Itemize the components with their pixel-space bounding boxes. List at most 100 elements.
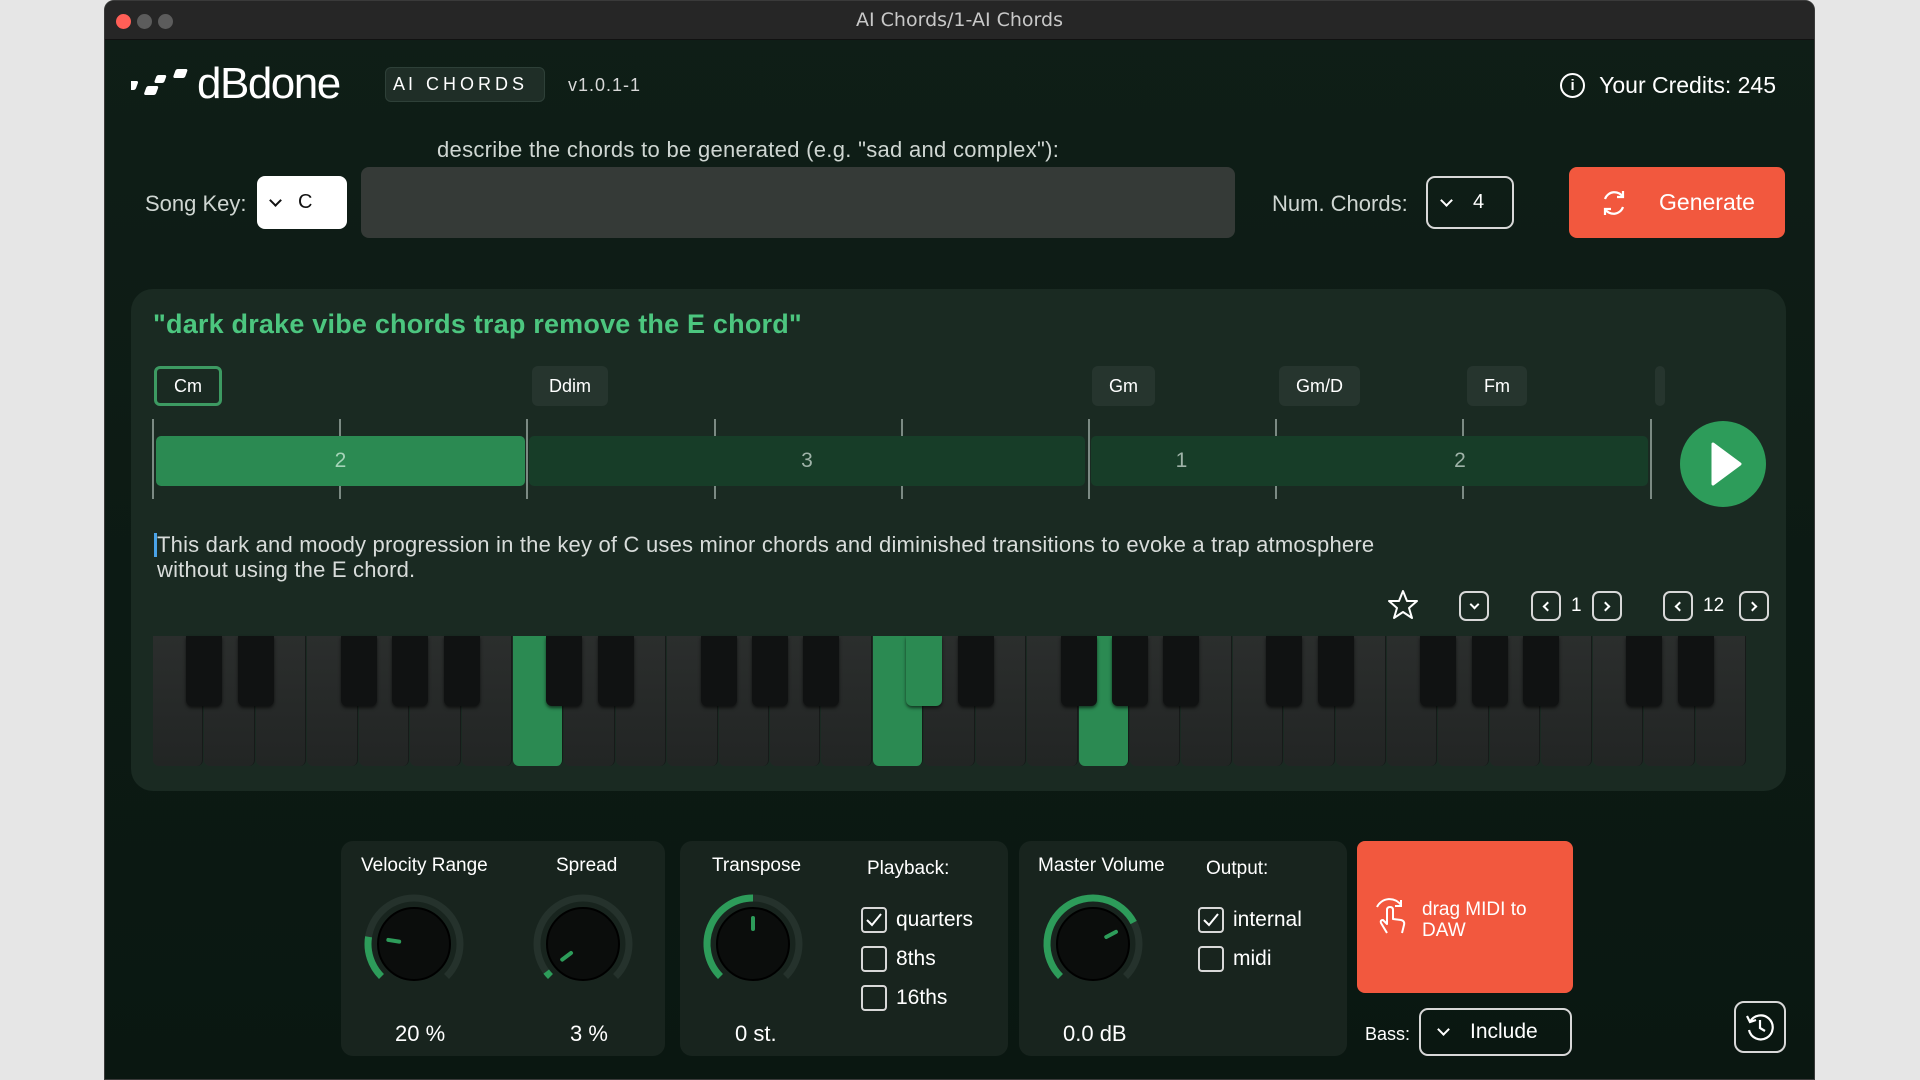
- playback-quarters-checkbox[interactable]: [861, 907, 887, 933]
- piano-keyboard: [153, 636, 1747, 766]
- chevron-down-icon: [269, 193, 282, 207]
- spread-knob[interactable]: [527, 888, 639, 1000]
- chord-chip-cm[interactable]: Cm: [154, 366, 222, 406]
- chord-name: Fm: [1484, 375, 1510, 396]
- star-icon[interactable]: [1386, 588, 1420, 622]
- close-window-button[interactable]: [116, 14, 131, 29]
- chord-bar-length: 2: [1454, 449, 1466, 472]
- song-key-value: C: [298, 191, 313, 213]
- key-black-17[interactable]: [1420, 636, 1457, 706]
- chord-chip-gm-d[interactable]: Gm/D: [1279, 366, 1360, 406]
- velocity-range-value: 20 %: [395, 1021, 446, 1046]
- key-black-18[interactable]: [1471, 636, 1508, 706]
- bass-dropdown[interactable]: Include: [1419, 1008, 1572, 1056]
- transpose-title: Transpose: [712, 855, 802, 876]
- generate-label: Generate: [1659, 189, 1755, 215]
- zoom-window-button[interactable]: [158, 14, 173, 29]
- chord-bar-length: 2: [334, 449, 347, 472]
- key-black-0[interactable]: [186, 636, 223, 706]
- timeline-tick: [1650, 419, 1652, 499]
- chord-bar-gm-d[interactable]: 2: [1272, 436, 1648, 486]
- key-black-16[interactable]: [1317, 636, 1354, 706]
- brand-name: dBdone: [197, 59, 341, 108]
- key-black-20[interactable]: [1626, 636, 1663, 706]
- playback-8ths-checkbox[interactable]: [861, 946, 887, 972]
- num-chords-dropdown[interactable]: 4: [1426, 176, 1514, 229]
- spread-value: 3 %: [570, 1021, 608, 1046]
- velocity-range-title: Velocity Range: [361, 855, 488, 876]
- velocity-range-knob[interactable]: [358, 888, 470, 1000]
- key-black-13[interactable]: [1111, 636, 1148, 706]
- credits-label: Your Credits: 245: [1599, 72, 1776, 98]
- playback-quarters-label: quarters: [896, 908, 974, 931]
- variation-next-button[interactable]: [1592, 591, 1622, 621]
- timeline-tick: [526, 419, 528, 499]
- output-midi-checkbox[interactable]: [1198, 946, 1224, 972]
- chord-chip-ddim[interactable]: Ddim: [532, 366, 609, 406]
- drag-hand-icon: [1376, 898, 1406, 934]
- dbdone-logo-icon: [131, 69, 188, 95]
- chevron-down-icon: [1440, 193, 1453, 207]
- version-label: v1.0.1-1: [568, 75, 642, 95]
- key-black-8[interactable]: [752, 636, 789, 706]
- key-black-3[interactable]: [392, 636, 429, 706]
- output-internal-checkbox[interactable]: [1198, 907, 1224, 933]
- key-black-5[interactable]: [546, 636, 583, 706]
- bass-value: Include: [1470, 1020, 1538, 1043]
- prompt-input[interactable]: [361, 167, 1235, 238]
- refresh-icon: [1603, 190, 1625, 215]
- playback-16ths-checkbox[interactable]: [861, 985, 887, 1011]
- key-black-19[interactable]: [1523, 636, 1560, 706]
- key-black-11[interactable]: [957, 636, 994, 706]
- key-black-14[interactable]: [1163, 636, 1200, 706]
- checkmark-icon: [866, 913, 882, 927]
- knob-body: [377, 907, 451, 981]
- transpose-knob[interactable]: [697, 888, 809, 1000]
- master-volume-knob[interactable]: [1037, 888, 1149, 1000]
- chord-chip-fm[interactable]: Fm: [1467, 366, 1527, 406]
- play-button[interactable]: [1680, 421, 1766, 507]
- key-black-21[interactable]: [1677, 636, 1714, 706]
- total-next-button[interactable]: [1739, 591, 1769, 621]
- knob-body: [546, 907, 620, 981]
- chord-bar-length: 1: [1175, 449, 1188, 472]
- playback-16ths-label: 16ths: [896, 986, 948, 1009]
- num-chords-value: 4: [1473, 191, 1485, 213]
- minimize-window-button[interactable]: [137, 14, 152, 29]
- expand-dropdown-button[interactable]: [1459, 591, 1489, 621]
- variation-prev-button[interactable]: [1531, 591, 1561, 621]
- song-key-dropdown[interactable]: C: [257, 176, 347, 229]
- output-internal-label: internal: [1233, 908, 1302, 931]
- key-black-12[interactable]: [1060, 636, 1097, 706]
- key-black-4[interactable]: [443, 636, 480, 706]
- variation-index: 1: [1571, 595, 1582, 616]
- master-volume-value: 0.0 dB: [1063, 1021, 1127, 1046]
- chord-name: Cm: [174, 375, 202, 396]
- key-black-7[interactable]: [700, 636, 737, 706]
- chord-chip-gm[interactable]: Gm: [1092, 366, 1155, 406]
- spread-title: Spread: [556, 855, 618, 876]
- chord-name: Ddim: [549, 375, 592, 396]
- plugin-window: AI Chords/1-AI Chords dBdone AI CHORDS v…: [104, 0, 1815, 1080]
- product-badge: AI CHORDS: [385, 67, 545, 102]
- key-black-1[interactable]: [237, 636, 274, 706]
- chord-chip-partial: [1655, 366, 1665, 406]
- history-button[interactable]: [1734, 1001, 1786, 1053]
- key-black-2[interactable]: [340, 636, 377, 706]
- chevron-right-icon: [1747, 601, 1758, 611]
- checkmark-icon: [1203, 913, 1219, 927]
- chord-bar-ddim[interactable]: 3: [529, 436, 1085, 486]
- generate-button[interactable]: Generate: [1569, 167, 1785, 238]
- key-black-10[interactable]: [906, 636, 943, 706]
- chevron-down-icon: [1469, 599, 1479, 609]
- total-prev-button[interactable]: [1663, 591, 1693, 621]
- key-black-15[interactable]: [1266, 636, 1303, 706]
- knob-value-arc: [543, 969, 553, 980]
- chord-bar-gm[interactable]: 1: [1091, 436, 1272, 486]
- chord-name: Gm: [1109, 375, 1138, 396]
- key-black-9[interactable]: [803, 636, 840, 706]
- key-black-6[interactable]: [597, 636, 634, 706]
- chord-bar-cm[interactable]: 2: [156, 436, 525, 486]
- info-icon[interactable]: i: [1560, 73, 1586, 98]
- knob-body: [1056, 907, 1130, 981]
